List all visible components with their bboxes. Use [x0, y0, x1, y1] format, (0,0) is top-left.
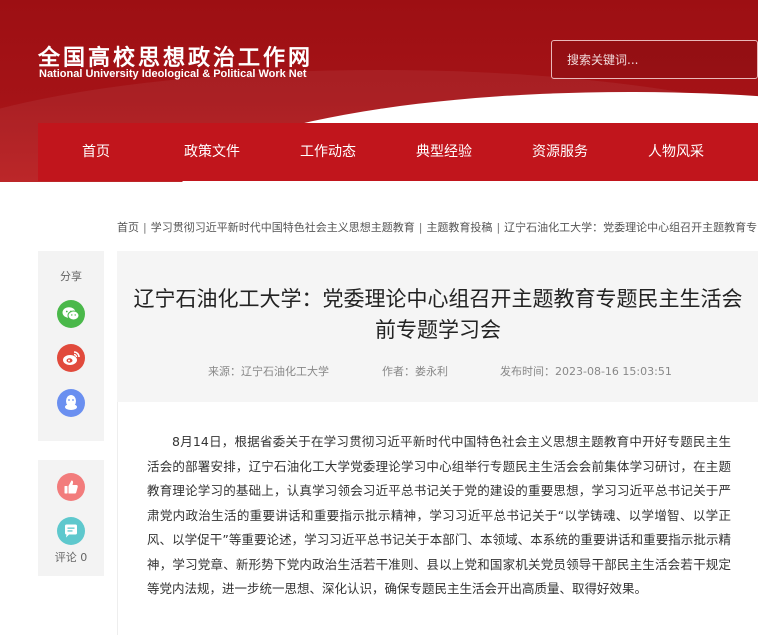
wechat-share-button[interactable]	[57, 300, 85, 328]
article-publish-time: 发布时间：2023-08-16 15:03:51	[500, 365, 672, 378]
article-header: 辽宁石油化工大学：党委理论中心组召开主题教育专题民主生活会前专题学习会 来源：辽…	[117, 251, 758, 402]
article-paragraph: 8月14日，根据省委关于在学习贯彻习近平新时代中国特色社会主义思想主题教育中开好…	[147, 434, 731, 596]
nav-item-resources[interactable]: 资源服务	[502, 123, 618, 181]
comment-icon	[65, 524, 77, 538]
qq-share-button[interactable]	[57, 389, 85, 417]
nav-item-home[interactable]: 首页	[38, 123, 154, 181]
article-body: 8月14日，根据省委关于在学习贯彻习近平新时代中国特色社会主义思想主题教育中开好…	[117, 402, 758, 635]
search-box[interactable]	[551, 40, 758, 79]
article-source: 来源：辽宁石油化工大学	[208, 365, 329, 378]
breadcrumb: 首页 | 学习贯彻习近平新时代中国特色社会主义思想主题教育 | 主题教育投稿 | 辽宁石油化…	[117, 221, 758, 234]
article-title: 辽宁石油化工大学：党委理论中心组召开主题教育专题民主生活会前专题学习会	[133, 287, 743, 342]
breadcrumb-submissions[interactable]: 主题教育投稿	[426, 221, 492, 234]
main-nav: 首页 政策文件 工作动态 典型经验 资源服务 人物风采	[38, 123, 758, 181]
search-input[interactable]	[552, 41, 757, 78]
like-button[interactable]	[57, 473, 85, 501]
qq-icon	[65, 395, 77, 410]
action-panel: 评论 0	[38, 460, 104, 576]
nav-item-news[interactable]: 工作动态	[270, 123, 386, 181]
nav-item-policy[interactable]: 政策文件	[154, 123, 270, 181]
share-panel: 分享	[38, 251, 104, 441]
breadcrumb-theme-education[interactable]: 学习贯彻习近平新时代中国特色社会主义思想主题教育	[151, 221, 415, 234]
weibo-icon	[63, 351, 80, 365]
nav-item-experience[interactable]: 典型经验	[386, 123, 502, 181]
wechat-icon	[62, 307, 80, 321]
article-author: 作者：娄永利	[382, 365, 448, 378]
weibo-share-button[interactable]	[57, 344, 85, 372]
comment-count[interactable]: 评论 0	[38, 549, 104, 565]
breadcrumb-current: 辽宁石油化工大学：党委理论中心组召开主题教育专	[504, 221, 758, 234]
share-title: 分享	[60, 270, 82, 283]
comment-button[interactable]	[57, 517, 85, 545]
nav-item-people[interactable]: 人物风采	[618, 123, 734, 181]
site-logo-english[interactable]: National University Ideological & Politi…	[39, 68, 307, 80]
thumbs-up-icon	[64, 480, 78, 494]
breadcrumb-home[interactable]: 首页	[117, 221, 139, 234]
